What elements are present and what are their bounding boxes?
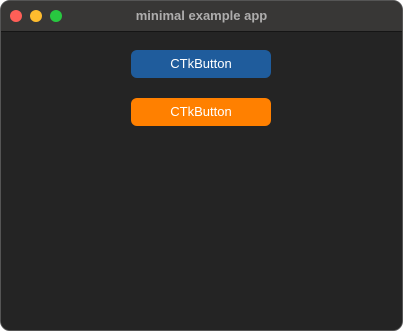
ctk-button-orange[interactable]: CTkButton	[131, 98, 271, 126]
ctk-button-primary[interactable]: CTkButton	[131, 50, 271, 78]
window-title: minimal example app	[135, 8, 268, 23]
main-content: CTkButton CTkButton	[1, 32, 402, 330]
title-bar[interactable]: minimal example app	[1, 1, 402, 32]
app-window: minimal example app CTkButton CTkButton	[0, 0, 403, 331]
